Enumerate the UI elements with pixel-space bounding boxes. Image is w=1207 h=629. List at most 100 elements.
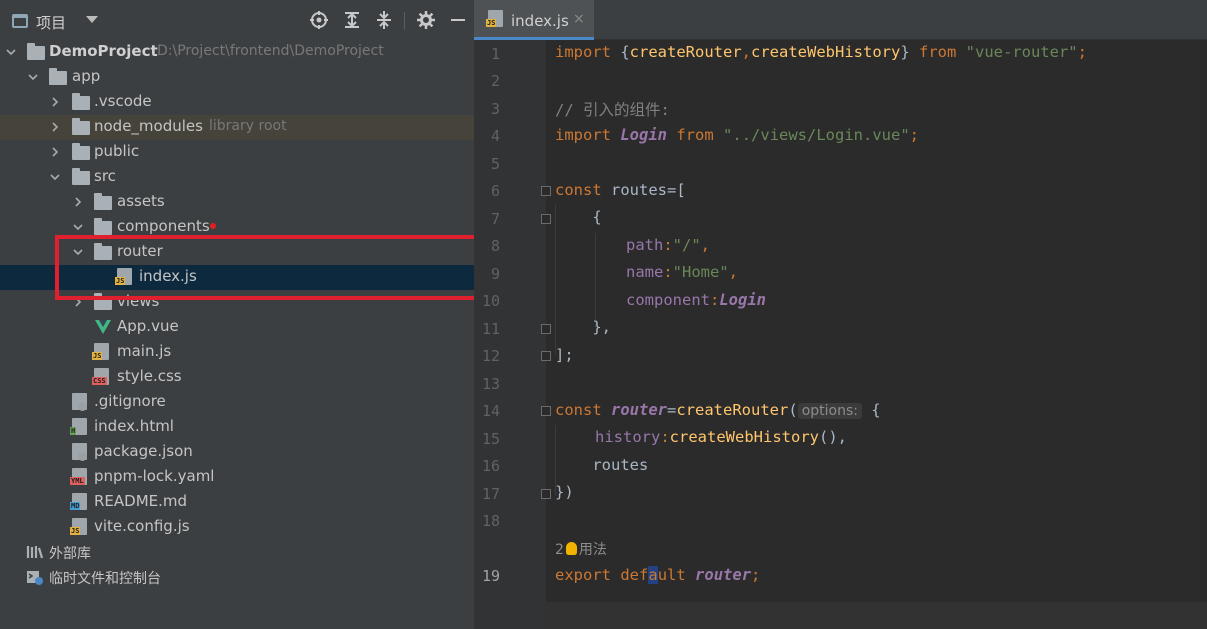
annotation-highlight-box bbox=[55, 235, 483, 300]
line-number: 6 bbox=[490, 182, 500, 200]
tree-item-public[interactable]: public bbox=[0, 140, 474, 165]
line-number: 14 bbox=[481, 402, 500, 420]
header-divider bbox=[404, 12, 405, 30]
line-number: 12 bbox=[481, 347, 500, 365]
gitignore-file-icon bbox=[72, 393, 90, 411]
tree-item-demoproject[interactable]: DemoProject D:\Project\frontend\DemoProj… bbox=[0, 40, 474, 65]
line-number: 2 bbox=[490, 72, 500, 90]
line-number: 15 bbox=[481, 430, 500, 448]
code-line-4: import Login from "../views/Login.vue"; bbox=[555, 126, 920, 144]
markdown-file-icon: MD bbox=[70, 493, 90, 510]
tree-item-label: main.js bbox=[117, 342, 172, 360]
indent-guide bbox=[595, 233, 596, 328]
tree-item-node-modules[interactable]: node_modules library root bbox=[0, 115, 474, 140]
tree-item-assets[interactable]: assets bbox=[0, 190, 474, 215]
text-cursor: a bbox=[648, 566, 658, 584]
tree-item-label: DemoProject bbox=[49, 42, 158, 60]
locate-icon[interactable] bbox=[309, 10, 329, 30]
tree-item-label: .vscode bbox=[94, 92, 152, 110]
tree-item-label: style.css bbox=[117, 367, 182, 385]
code-area[interactable]: import {createRouter,createWebHistory} f… bbox=[546, 40, 1207, 629]
tree-item-label: index.html bbox=[94, 417, 174, 435]
code-line-10: component:Login bbox=[626, 291, 767, 309]
line-number: 5 bbox=[490, 155, 500, 173]
tree-item-pnpm-lock[interactable]: YML pnpm-lock.yaml bbox=[0, 465, 474, 490]
line-number: 16 bbox=[481, 457, 500, 475]
code-line-7: { bbox=[555, 208, 602, 226]
js-file-icon: JS bbox=[70, 518, 90, 535]
chevron-down-icon[interactable] bbox=[72, 221, 84, 233]
tree-item-readme[interactable]: MD README.md bbox=[0, 490, 474, 515]
line-number: 13 bbox=[481, 375, 500, 393]
tree-item-src[interactable]: src bbox=[0, 165, 474, 190]
vue-icon bbox=[95, 320, 111, 334]
line-number: 8 bbox=[490, 237, 500, 255]
folder-icon bbox=[27, 43, 45, 60]
yaml-file-icon: YML bbox=[70, 468, 90, 485]
tree-item-package-json[interactable]: package.json bbox=[0, 440, 474, 465]
tree-item-label: pnpm-lock.yaml bbox=[94, 467, 215, 485]
code-line-17: }) bbox=[555, 483, 574, 501]
project-panel: 项目 DemoProject D:\Project\frontend\DemoP… bbox=[0, 0, 483, 629]
tree-item-label: 临时文件和控制台 bbox=[49, 571, 161, 587]
expand-all-icon[interactable] bbox=[342, 10, 362, 30]
code-line-3: // 引入的组件: bbox=[555, 101, 670, 119]
chevron-down-icon[interactable] bbox=[5, 46, 17, 58]
chevron-right-icon[interactable] bbox=[49, 121, 61, 133]
usages-inlay[interactable]: 2 用法 bbox=[555, 539, 607, 559]
chevron-down-icon[interactable] bbox=[86, 16, 98, 23]
code-line-14: const router=createRouter(options: { bbox=[555, 401, 881, 419]
tree-item-label: components bbox=[117, 217, 210, 235]
chevron-down-icon[interactable] bbox=[49, 171, 61, 183]
line-number: 7 bbox=[490, 210, 500, 228]
chevron-right-icon[interactable] bbox=[72, 196, 84, 208]
lightbulb-icon[interactable] bbox=[565, 542, 577, 555]
chevron-right-icon[interactable] bbox=[49, 96, 61, 108]
code-line-11: }, bbox=[555, 318, 611, 336]
project-panel-header: 项目 bbox=[0, 0, 474, 40]
code-line-9: name:"Home", bbox=[626, 263, 739, 281]
project-panel-title[interactable]: 项目 bbox=[36, 12, 66, 33]
tree-item-vscode[interactable]: .vscode bbox=[0, 90, 474, 115]
line-number: 4 bbox=[490, 127, 500, 145]
collapse-all-icon[interactable] bbox=[374, 10, 394, 30]
line-number: 10 bbox=[481, 292, 500, 310]
tree-item-style-css[interactable]: CSS style.css bbox=[0, 365, 474, 390]
tree-item-label: node_modules bbox=[94, 117, 203, 135]
folder-icon bbox=[72, 143, 90, 160]
tree-item-label: app bbox=[72, 67, 101, 85]
tree-item-label: src bbox=[94, 167, 116, 185]
tree-item-vite-config[interactable]: JS vite.config.js bbox=[0, 515, 474, 540]
tree-item-gitignore[interactable]: .gitignore bbox=[0, 390, 474, 415]
folder-icon bbox=[94, 218, 112, 235]
code-line-16: routes bbox=[555, 456, 649, 474]
minimize-icon[interactable] bbox=[448, 10, 468, 30]
parameter-hint: options: bbox=[797, 403, 862, 419]
js-file-icon: JS bbox=[486, 10, 503, 27]
code-line-8: path:"/", bbox=[626, 236, 711, 254]
tree-item-label: package.json bbox=[94, 442, 193, 460]
project-path: D:\Project\frontend\DemoProject bbox=[157, 43, 384, 59]
chevron-right-icon[interactable] bbox=[49, 146, 61, 158]
annotation-dot bbox=[210, 223, 216, 229]
tree-item-main-js[interactable]: JS main.js bbox=[0, 340, 474, 365]
tab-index-js[interactable]: JS index.js × bbox=[474, 0, 594, 40]
line-number: 11 bbox=[481, 320, 500, 338]
tree-item-label: 外部库 bbox=[49, 546, 91, 562]
chevron-down-icon[interactable] bbox=[27, 71, 39, 83]
folder-icon bbox=[72, 118, 90, 135]
css-file-icon: CSS bbox=[92, 368, 112, 385]
current-line-highlight bbox=[546, 602, 1207, 629]
line-number: 18 bbox=[481, 512, 500, 530]
editor-tab-bar: JS index.js × bbox=[474, 0, 1207, 40]
code-line-12: ]; bbox=[555, 346, 574, 364]
js-file-icon: JS bbox=[92, 343, 112, 360]
tree-item-external-libraries[interactable]: 外部库 bbox=[0, 540, 474, 565]
tree-item-app-vue[interactable]: App.vue bbox=[0, 315, 474, 340]
tree-item-scratches[interactable]: 临时文件和控制台 bbox=[0, 565, 474, 590]
tree-item-index-html[interactable]: H index.html bbox=[0, 415, 474, 440]
tree-item-app[interactable]: app bbox=[0, 65, 474, 90]
gear-icon[interactable] bbox=[416, 10, 436, 30]
line-number: 19 bbox=[481, 567, 500, 585]
close-icon[interactable]: × bbox=[573, 11, 585, 27]
